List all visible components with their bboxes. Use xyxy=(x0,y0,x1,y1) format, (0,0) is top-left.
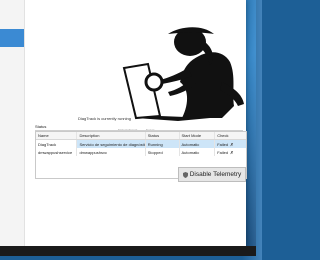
disable-telemetry-button[interactable]: Disable Telemetry xyxy=(178,167,246,182)
column-header-description[interactable]: Description xyxy=(77,132,146,139)
app-window: DiagTrack is currently running Status St… xyxy=(0,0,247,246)
cell-name: DiagTrack xyxy=(36,140,78,148)
table-row[interactable]: dmwappushservice dmwappushsvc Stopped Au… xyxy=(36,148,246,156)
column-header-name[interactable]: Name xyxy=(36,132,78,139)
table-header-row: Name Description Status Start Mode Check xyxy=(36,132,246,140)
left-panel-selected-item[interactable] xyxy=(0,29,24,47)
table-row[interactable]: DiagTrack Servicio de seguimiento de dia… xyxy=(36,140,247,148)
status-group-label: Status xyxy=(35,124,47,129)
cell-start-mode: Automatic xyxy=(179,140,216,148)
spy-illustration xyxy=(122,27,244,121)
cell-check: Failed ✗ xyxy=(215,140,247,148)
cell-name: dmwappushservice xyxy=(36,148,78,156)
check-result: Failed xyxy=(217,141,229,147)
fail-x-icon: ✗ xyxy=(230,149,234,155)
column-header-check[interactable]: Check xyxy=(215,132,246,139)
cell-description: Servicio de seguimiento de diagnósticos xyxy=(77,140,146,148)
cell-status: Stopped xyxy=(146,148,180,156)
column-header-status[interactable]: Status xyxy=(146,132,180,139)
cell-description: dmwappushsvc xyxy=(77,148,146,156)
fail-x-icon: ✗ xyxy=(230,141,234,147)
disable-telemetry-label: Disable Telemetry xyxy=(189,171,242,178)
check-result: Failed xyxy=(217,149,229,155)
left-panel xyxy=(0,0,25,246)
status-message: DiagTrack is currently running xyxy=(78,116,131,121)
cell-status: Running xyxy=(145,140,180,148)
taskbar xyxy=(0,246,256,256)
shield-icon xyxy=(182,171,188,178)
column-header-start-mode[interactable]: Start Mode xyxy=(180,132,216,139)
cell-start-mode: Automatic xyxy=(180,148,216,156)
cell-check: Failed ✗ xyxy=(215,148,246,156)
